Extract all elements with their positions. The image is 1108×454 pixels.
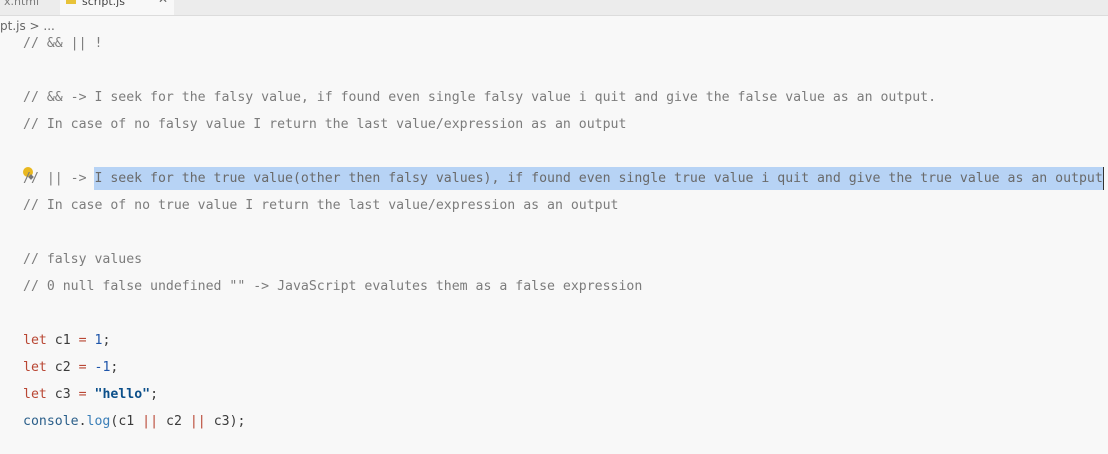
operator: = xyxy=(78,360,87,375)
keyword: let xyxy=(23,360,47,375)
tab-html[interactable]: x.html xyxy=(0,0,45,15)
close-icon[interactable]: ✕ xyxy=(158,0,168,5)
keyword: let xyxy=(23,333,47,348)
editor-tab-bar: x.html script.js ✕ xyxy=(0,0,1108,16)
comment-prefix: // || -> xyxy=(23,171,95,186)
number-literal: -1 xyxy=(94,360,111,375)
operator: || xyxy=(189,414,206,429)
tab-label: x.html xyxy=(4,0,40,8)
code-line: // && -> I seek for the falsy value, if … xyxy=(23,90,937,105)
code-line: // && || ! xyxy=(23,36,103,51)
code-line: let c2 = -1; xyxy=(23,354,118,381)
string-literal: "hello" xyxy=(94,387,151,402)
close-paren: ); xyxy=(229,414,246,429)
code-line: console.log(c1 || c2 || c3); xyxy=(23,408,245,435)
operator: = xyxy=(78,333,87,348)
variable: c2 xyxy=(54,360,71,375)
code-editor[interactable]: // && || ! // && -> I seek for the falsy… xyxy=(0,30,1108,454)
code-line: // In case of no true value I return the… xyxy=(23,198,619,213)
code-line: // In case of no falsy value I return th… xyxy=(23,117,627,132)
operator: || xyxy=(142,414,159,429)
semicolon: ; xyxy=(102,333,111,348)
semicolon: ; xyxy=(150,387,159,402)
semicolon: ; xyxy=(110,360,119,375)
dot: . xyxy=(78,414,87,429)
code-line: // falsy values xyxy=(23,252,143,267)
function-name: log xyxy=(86,414,111,429)
operator: = xyxy=(78,387,87,402)
variable: c1 xyxy=(54,333,71,348)
code-line: let c1 = 1; xyxy=(23,327,110,354)
argument: c2 xyxy=(166,414,182,429)
argument: c3 xyxy=(213,414,230,429)
code-line: let c3 = "hello"; xyxy=(23,381,158,408)
tab-script-js[interactable]: script.js ✕ xyxy=(60,0,174,15)
object-name: console xyxy=(23,414,79,429)
code-line: // 0 null false undefined "" -> JavaScri… xyxy=(23,279,643,294)
variable: c3 xyxy=(54,387,71,402)
keyword: let xyxy=(23,387,47,402)
argument: c1 xyxy=(118,414,135,429)
js-file-icon xyxy=(66,0,76,4)
tab-label: script.js xyxy=(82,0,125,8)
code-line: // || -> I seek for the true value(other… xyxy=(23,165,1104,192)
selected-text[interactable]: I seek for the true value(other then fal… xyxy=(94,167,1104,190)
